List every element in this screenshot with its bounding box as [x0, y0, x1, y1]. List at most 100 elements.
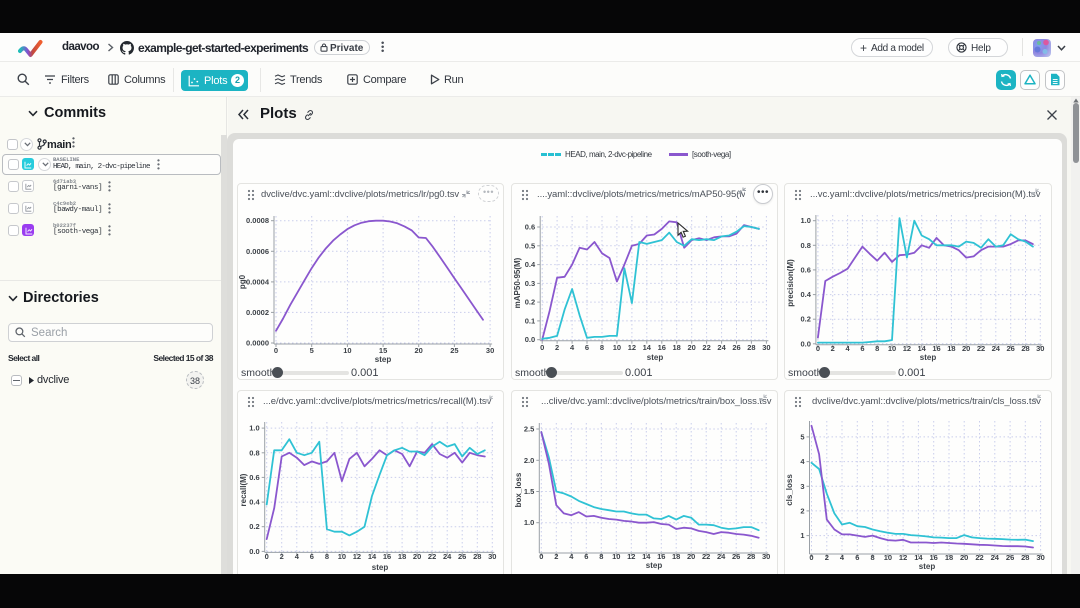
- svg-text:4: 4: [800, 457, 805, 466]
- svg-text:10: 10: [884, 553, 892, 562]
- svg-text:12: 12: [628, 343, 636, 352]
- svg-text:2.0: 2.0: [524, 456, 534, 465]
- svg-text:10: 10: [343, 346, 351, 355]
- svg-text:4: 4: [846, 344, 851, 353]
- svg-text:3: 3: [800, 482, 804, 491]
- svg-text:0.2: 0.2: [525, 298, 535, 307]
- svg-text:28: 28: [1021, 344, 1029, 353]
- svg-text:20: 20: [413, 552, 421, 561]
- svg-text:28: 28: [1021, 553, 1029, 562]
- svg-text:precision(M): precision(M): [786, 259, 795, 307]
- svg-text:12: 12: [627, 552, 635, 561]
- svg-text:22: 22: [428, 552, 436, 561]
- svg-text:0: 0: [274, 346, 278, 355]
- svg-text:1.5: 1.5: [524, 487, 534, 496]
- svg-text:28: 28: [747, 343, 755, 352]
- svg-text:box_loss: box_loss: [514, 472, 523, 507]
- svg-text:16: 16: [658, 343, 666, 352]
- svg-text:2: 2: [554, 552, 558, 561]
- svg-text:step: step: [375, 355, 392, 364]
- svg-text:step: step: [646, 561, 663, 570]
- svg-text:2.5: 2.5: [524, 425, 534, 434]
- svg-text:0.4: 0.4: [249, 498, 260, 507]
- svg-text:0: 0: [540, 343, 544, 352]
- svg-text:0.0: 0.0: [525, 335, 535, 344]
- svg-text:mAP50-95(M): mAP50-95(M): [513, 257, 522, 308]
- svg-text:24: 24: [717, 343, 726, 352]
- svg-text:12: 12: [353, 552, 361, 561]
- svg-text:14: 14: [642, 552, 651, 561]
- svg-text:30: 30: [762, 343, 770, 352]
- svg-text:22: 22: [975, 553, 983, 562]
- svg-text:0.5: 0.5: [525, 241, 535, 250]
- svg-text:16: 16: [383, 552, 391, 561]
- svg-text:1.0: 1.0: [800, 216, 810, 225]
- svg-text:28: 28: [747, 552, 755, 561]
- svg-text:30: 30: [486, 346, 494, 355]
- svg-text:0.0: 0.0: [800, 339, 810, 348]
- svg-text:0.2: 0.2: [800, 315, 810, 324]
- svg-text:26: 26: [458, 552, 466, 561]
- svg-text:8: 8: [599, 552, 603, 561]
- svg-text:0.0004: 0.0004: [246, 277, 270, 286]
- svg-text:5: 5: [310, 346, 314, 355]
- svg-text:15: 15: [379, 346, 387, 355]
- svg-text:0: 0: [539, 552, 543, 561]
- svg-text:5: 5: [800, 432, 804, 441]
- svg-text:14: 14: [914, 553, 923, 562]
- svg-text:0.4: 0.4: [800, 290, 811, 299]
- svg-text:30: 30: [762, 552, 770, 561]
- svg-text:26: 26: [1006, 553, 1014, 562]
- svg-text:2: 2: [800, 506, 804, 515]
- svg-text:0.6: 0.6: [525, 223, 535, 232]
- svg-text:0.8: 0.8: [800, 241, 810, 250]
- svg-text:0: 0: [809, 553, 813, 562]
- svg-text:6: 6: [585, 343, 589, 352]
- svg-text:26: 26: [1007, 344, 1015, 353]
- svg-text:18: 18: [673, 343, 681, 352]
- svg-text:18: 18: [947, 344, 955, 353]
- svg-text:0: 0: [265, 552, 269, 561]
- svg-text:25: 25: [450, 346, 458, 355]
- svg-text:14: 14: [368, 552, 377, 561]
- svg-text:step: step: [372, 563, 389, 572]
- svg-text:0.0008: 0.0008: [246, 216, 269, 225]
- svg-text:18: 18: [945, 553, 953, 562]
- svg-text:26: 26: [732, 552, 740, 561]
- svg-text:10: 10: [613, 343, 621, 352]
- svg-text:20: 20: [962, 344, 970, 353]
- svg-text:12: 12: [903, 344, 911, 353]
- svg-text:recall(M): recall(M): [239, 473, 248, 506]
- svg-text:4: 4: [570, 343, 575, 352]
- svg-text:0.4: 0.4: [525, 260, 536, 269]
- svg-text:18: 18: [398, 552, 406, 561]
- svg-text:4: 4: [295, 552, 300, 561]
- svg-text:0.6: 0.6: [800, 265, 810, 274]
- svg-text:24: 24: [717, 552, 726, 561]
- svg-text:24: 24: [991, 553, 1000, 562]
- svg-text:6: 6: [310, 552, 314, 561]
- svg-text:14: 14: [918, 344, 927, 353]
- svg-text:26: 26: [732, 343, 740, 352]
- svg-text:6: 6: [860, 344, 864, 353]
- svg-text:8: 8: [325, 552, 329, 561]
- svg-text:0.0: 0.0: [249, 547, 259, 556]
- svg-text:18: 18: [672, 552, 680, 561]
- svg-text:22: 22: [702, 343, 710, 352]
- svg-text:6: 6: [584, 552, 588, 561]
- svg-text:16: 16: [930, 553, 938, 562]
- svg-text:step: step: [647, 353, 664, 362]
- svg-text:step: step: [919, 562, 936, 571]
- svg-text:30: 30: [1036, 344, 1044, 353]
- svg-text:0.0006: 0.0006: [246, 247, 269, 256]
- svg-text:30: 30: [488, 552, 496, 561]
- svg-text:2: 2: [555, 343, 559, 352]
- svg-text:pg0: pg0: [238, 274, 247, 289]
- svg-text:0.0000: 0.0000: [246, 339, 269, 348]
- svg-text:cls_loss: cls_loss: [785, 474, 794, 506]
- svg-text:20: 20: [687, 552, 695, 561]
- svg-text:0: 0: [816, 344, 820, 353]
- svg-text:22: 22: [977, 344, 985, 353]
- svg-text:10: 10: [338, 552, 346, 561]
- svg-text:10: 10: [888, 344, 896, 353]
